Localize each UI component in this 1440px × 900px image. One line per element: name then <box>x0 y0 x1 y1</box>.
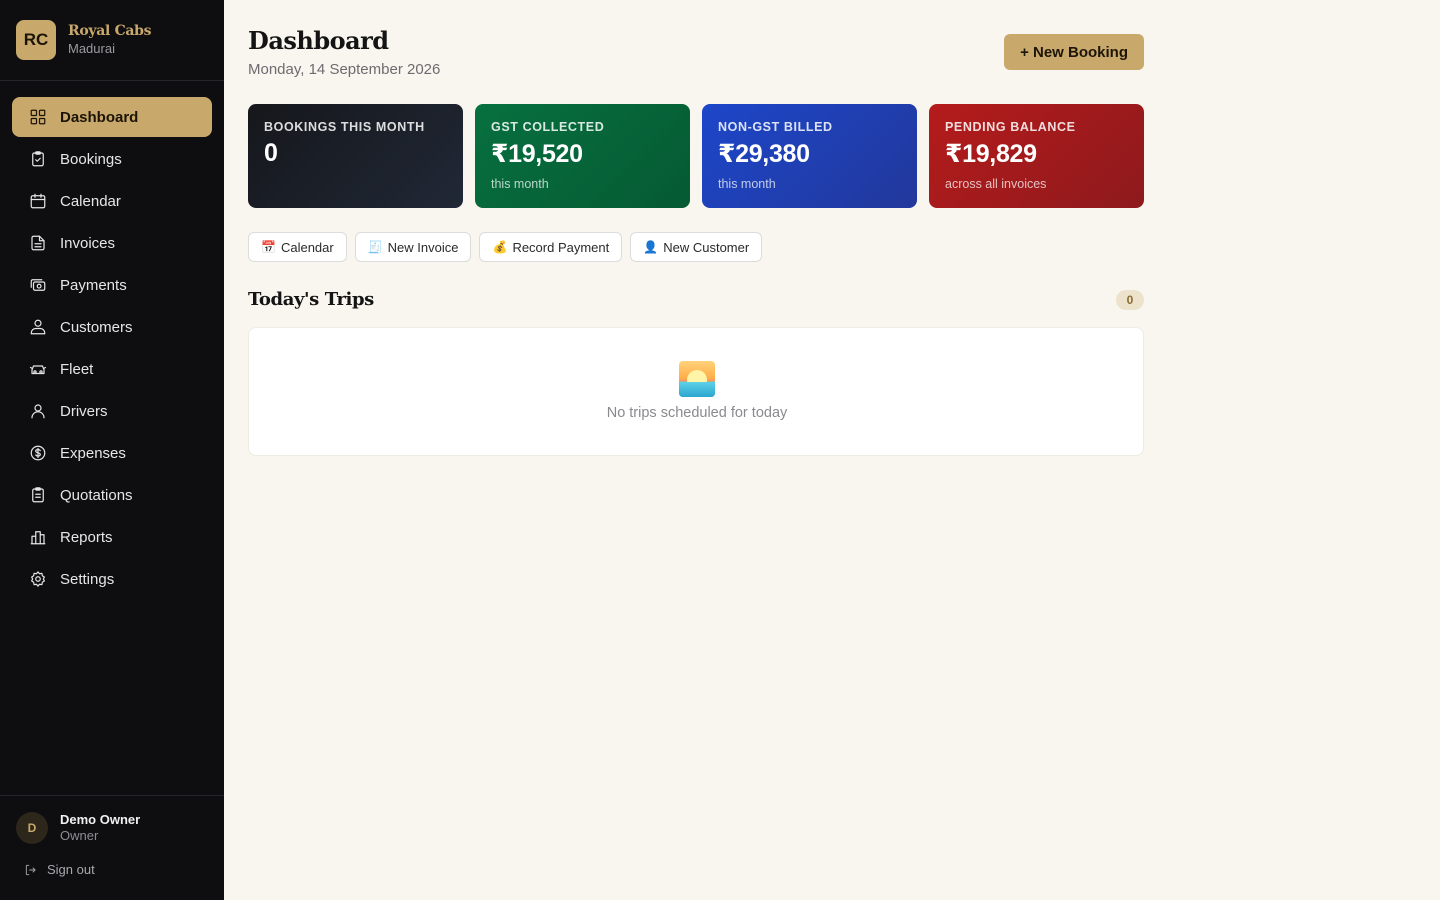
quick-action-label: New Invoice <box>387 239 459 255</box>
calendar-icon: 📅 <box>261 240 276 254</box>
sidebar-item-label: Fleet <box>60 360 94 378</box>
sidebar-item-invoices[interactable]: Invoices <box>12 223 212 263</box>
user-icon <box>28 401 48 421</box>
trips-count-badge: 0 <box>1116 290 1144 310</box>
users-icon <box>28 317 48 337</box>
quick-action-label: Record Payment <box>512 239 610 255</box>
bar-chart-icon <box>28 527 48 547</box>
receipt-icon: 🧾 <box>367 240 383 254</box>
page-date: Monday, 14 September 2026 <box>248 61 441 78</box>
quick-actions: 📅 Calendar 🧾 New Invoice 💰 Record Paymen… <box>248 232 763 262</box>
sunrise-icon <box>679 361 715 397</box>
sidebar-item-fleet[interactable]: Fleet <box>12 349 212 389</box>
gear-icon <box>28 569 48 589</box>
stat-subtext: across all invoices <box>945 177 1047 191</box>
sidebar-item-drivers[interactable]: Drivers <box>12 391 212 431</box>
quick-new-invoice-button[interactable]: 🧾 New Invoice <box>354 232 472 262</box>
sidebar-item-label: Quotations <box>60 486 133 504</box>
sidebar-item-label: Customers <box>60 318 133 336</box>
quick-record-payment-button[interactable]: 💰 Record Payment <box>479 232 623 262</box>
stat-card-bookings[interactable]: Bookings This Month 0 <box>248 104 463 208</box>
stats-row: Bookings This Month 0 GST Collected ₹19,… <box>248 104 1144 208</box>
quick-new-customer-button[interactable]: 👤 New Customer <box>630 232 763 262</box>
brand: RC Royal Cabs Madurai <box>0 0 224 81</box>
avatar[interactable]: D <box>16 812 48 844</box>
money-bag-icon: 💰 <box>492 240 508 254</box>
user-role: Owner <box>60 828 99 843</box>
user-panel: D Demo Owner Owner Sign out <box>0 795 224 900</box>
sidebar: RC Royal Cabs Madurai Dashboard Bookings… <box>0 0 224 900</box>
grid-icon <box>28 107 48 127</box>
new-booking-button[interactable]: + New Booking <box>1004 34 1144 70</box>
sidebar-item-expenses[interactable]: Expenses <box>12 433 212 473</box>
sidebar-item-reports[interactable]: Reports <box>12 517 212 557</box>
stat-subtext: this month <box>718 177 776 191</box>
clipboard-list-icon <box>28 485 48 505</box>
stat-value: ₹19,829 <box>945 140 1037 168</box>
user-name: Demo Owner <box>60 812 141 828</box>
section-title-todays-trips: Today's Trips <box>248 289 374 310</box>
sidebar-item-customers[interactable]: Customers <box>12 307 212 347</box>
sign-out-button[interactable]: Sign out <box>24 862 95 877</box>
sidebar-item-label: Reports <box>60 528 113 546</box>
clipboard-check-icon <box>28 149 48 169</box>
stat-label: Non-GST Billed <box>718 120 833 134</box>
person-icon: 👤 <box>643 240 659 254</box>
stat-card-non-gst-billed[interactable]: Non-GST Billed ₹29,380 this month <box>702 104 917 208</box>
sign-out-label: Sign out <box>47 862 95 877</box>
stat-value: ₹19,520 <box>491 140 583 168</box>
stat-label: Pending Balance <box>945 120 1076 134</box>
stat-card-gst-collected[interactable]: GST Collected ₹19,520 this month <box>475 104 690 208</box>
sidebar-item-quotations[interactable]: Quotations <box>12 475 212 515</box>
quick-action-label: Calendar <box>280 239 334 255</box>
sidebar-item-payments[interactable]: Payments <box>12 265 212 305</box>
dollar-circle-icon <box>28 443 48 463</box>
banknote-icon <box>28 275 48 295</box>
sidebar-item-label: Invoices <box>60 234 116 252</box>
stat-subtext: this month <box>491 177 549 191</box>
page-title: Dashboard <box>248 26 389 55</box>
stat-value: ₹29,380 <box>718 140 810 168</box>
sidebar-item-label: Expenses <box>60 444 126 462</box>
sidebar-item-bookings[interactable]: Bookings <box>12 139 212 179</box>
sidebar-item-settings[interactable]: Settings <box>12 559 212 599</box>
sidebar-nav: Dashboard Bookings Calendar Invoices Pay… <box>12 97 212 601</box>
file-text-icon <box>28 233 48 253</box>
brand-city: Madurai <box>68 40 115 56</box>
logout-icon <box>25 864 36 875</box>
stat-value: 0 <box>264 139 278 167</box>
stat-label: GST Collected <box>491 120 605 134</box>
stat-card-pending-balance[interactable]: Pending Balance ₹19,829 across all invoi… <box>929 104 1144 208</box>
car-icon <box>28 359 48 379</box>
sidebar-item-label: Calendar <box>60 192 121 210</box>
brand-name: Royal Cabs <box>68 23 152 40</box>
sidebar-item-label: Drivers <box>60 402 108 420</box>
sidebar-item-label: Payments <box>60 276 127 294</box>
sidebar-item-label: Dashboard <box>60 108 139 126</box>
quick-action-label: New Customer <box>663 239 750 255</box>
calendar-icon <box>28 191 48 211</box>
empty-state-message: No trips scheduled for today <box>606 405 788 421</box>
stat-label: Bookings This Month <box>264 120 425 134</box>
quick-calendar-button[interactable]: 📅 Calendar <box>248 232 347 262</box>
sidebar-item-label: Settings <box>60 570 115 588</box>
sidebar-item-dashboard[interactable]: Dashboard <box>12 97 212 137</box>
sidebar-item-calendar[interactable]: Calendar <box>12 181 212 221</box>
sidebar-item-label: Bookings <box>60 150 122 168</box>
brand-logo: RC <box>16 20 56 60</box>
trips-empty-state: No trips scheduled for today <box>248 327 1144 456</box>
